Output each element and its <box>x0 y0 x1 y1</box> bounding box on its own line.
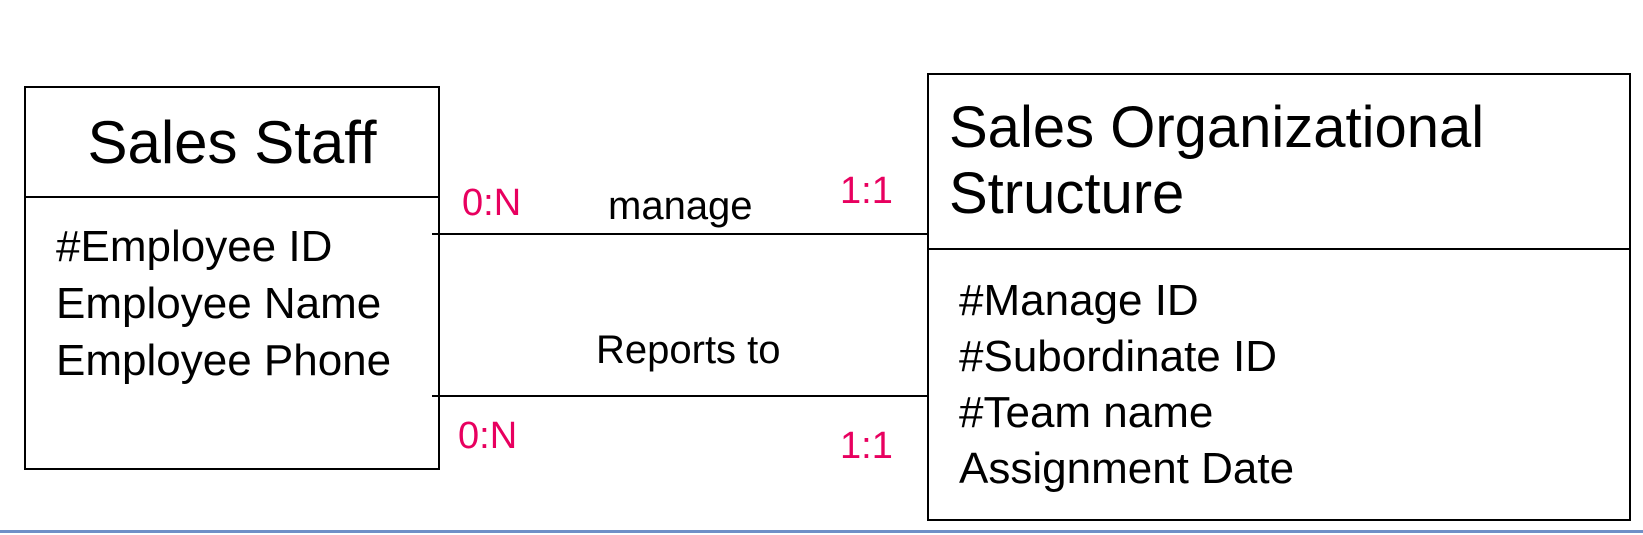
entity-title: Sales Staff <box>26 88 438 198</box>
attribute-list: #Employee ID Employee Name Employee Phon… <box>26 218 438 389</box>
attribute-employee-name: Employee Name <box>56 279 382 328</box>
relationship-label-reports-to: Reports to <box>596 328 781 372</box>
entity-sales-organizational-structure: Sales Organizational Structure #Manage I… <box>927 73 1631 521</box>
attribute-team-name: #Team name <box>959 388 1214 437</box>
cardinality-reports-to-left: 0:N <box>458 415 518 457</box>
attribute-employee-id: #Employee ID <box>56 222 333 271</box>
cardinality-manage-right: 1:1 <box>840 170 893 212</box>
bottom-divider <box>0 530 1643 533</box>
relationship-label-manage: manage <box>608 184 753 228</box>
attribute-manage-id: #Manage ID <box>959 276 1199 325</box>
attribute-subordinate-id: #Subordinate ID <box>959 332 1277 381</box>
entity-title-line-2: Structure <box>949 161 1185 226</box>
relationship-line-reports-to <box>432 395 929 397</box>
entity-sales-staff: Sales Staff #Employee ID Employee Name E… <box>24 86 440 470</box>
relationship-line-manage <box>432 233 929 235</box>
cardinality-manage-left: 0:N <box>462 182 522 224</box>
cardinality-reports-to-right: 1:1 <box>840 425 893 467</box>
attribute-list: #Manage ID #Subordinate ID #Team name As… <box>929 273 1629 497</box>
entity-title: Sales Organizational Structure <box>929 75 1629 250</box>
attribute-assignment-date: Assignment Date <box>959 444 1295 493</box>
attribute-employee-phone: Employee Phone <box>56 336 392 385</box>
entity-title-line-1: Sales Organizational <box>949 95 1485 160</box>
